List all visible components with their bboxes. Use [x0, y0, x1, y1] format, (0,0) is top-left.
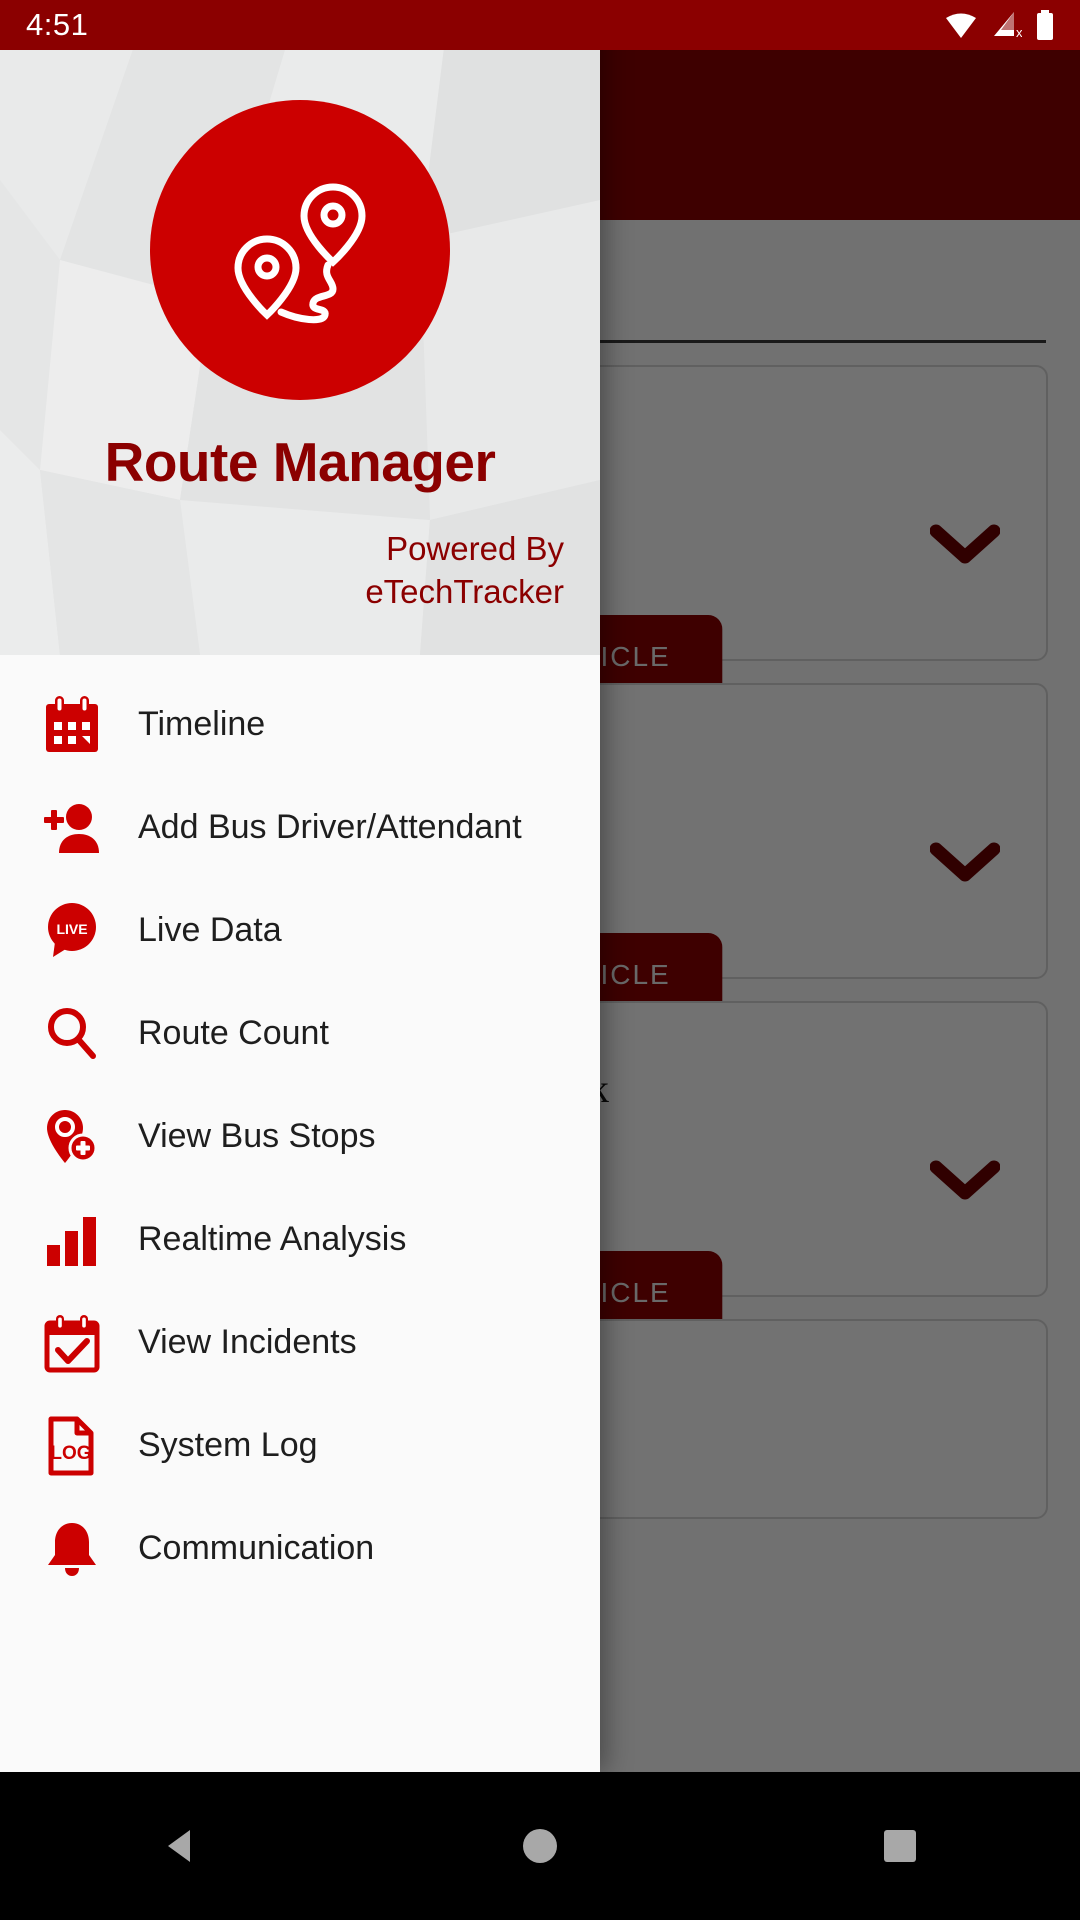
status-bar-icons: x: [944, 10, 1054, 40]
bell-icon: [30, 1518, 114, 1580]
powered-by-block: Powered By eTechTracker: [0, 528, 600, 614]
menu-item-label: Realtime Analysis: [138, 1220, 407, 1258]
menu-item-view-bus-stops[interactable]: View Bus Stops: [0, 1085, 600, 1188]
calendar-icon: [30, 694, 114, 756]
route-map-pins-icon: [234, 183, 366, 324]
status-bar: 4:51 x: [0, 0, 1080, 50]
recents-square-icon[interactable]: [840, 1772, 960, 1920]
live-bubble-icon: LIVE: [30, 900, 114, 962]
menu-item-timeline[interactable]: Timeline: [0, 673, 600, 776]
map-pin-add-icon: [30, 1106, 114, 1168]
menu-item-label: System Log: [138, 1426, 318, 1464]
navigation-drawer[interactable]: Route Manager Powered By eTechTracker Ti…: [0, 0, 600, 1772]
menu-item-label: Live Data: [138, 911, 282, 949]
menu-item-view-incidents[interactable]: View Incidents: [0, 1291, 600, 1394]
menu-item-add-bus-driver-attendant[interactable]: Add Bus Driver/Attendant: [0, 776, 600, 879]
log-badge-text: LOG: [50, 1443, 91, 1464]
live-badge-text: LIVE: [56, 921, 87, 937]
drawer-header: Route Manager Powered By eTechTracker: [0, 0, 600, 655]
menu-item-realtime-analysis[interactable]: Realtime Analysis: [0, 1188, 600, 1291]
menu-item-communication[interactable]: Communication: [0, 1497, 600, 1600]
app-title: Route Manager: [104, 431, 496, 493]
menu-item-label: Timeline: [138, 705, 266, 743]
menu-item-label: Route Count: [138, 1014, 329, 1052]
cellular-signal-off-icon: x: [994, 12, 1022, 39]
battery-icon: [1037, 10, 1053, 40]
menu-item-label: View Bus Stops: [138, 1117, 376, 1155]
menu-item-live-data[interactable]: LIVE Live Data: [0, 879, 600, 982]
log-document-icon: LOG: [30, 1415, 114, 1477]
home-circle-icon[interactable]: [480, 1772, 600, 1920]
app-logo: [150, 100, 450, 400]
person-add-icon: [30, 797, 114, 859]
wifi-icon: [946, 13, 976, 38]
menu-item-route-count[interactable]: Route Count: [0, 982, 600, 1085]
calendar-check-icon: [30, 1312, 114, 1374]
menu-item-label: View Incidents: [138, 1323, 357, 1361]
svg-text:x: x: [1016, 25, 1022, 39]
status-bar-clock: 4:51: [26, 7, 89, 42]
powered-by-line1: Powered By: [386, 530, 564, 567]
android-navigation-bar[interactable]: [0, 1772, 1080, 1920]
menu-item-label: Communication: [138, 1529, 375, 1567]
drawer-menu-list[interactable]: Timeline Add Bus Driver/Attendant LIVE L…: [0, 655, 600, 1772]
back-triangle-icon[interactable]: [120, 1772, 240, 1920]
search-icon: [30, 1003, 114, 1065]
bar-chart-icon: [30, 1209, 114, 1271]
menu-item-label: Add Bus Driver/Attendant: [138, 808, 522, 846]
menu-item-system-log[interactable]: LOG System Log: [0, 1394, 600, 1497]
powered-by-line2: eTechTracker: [365, 572, 564, 610]
